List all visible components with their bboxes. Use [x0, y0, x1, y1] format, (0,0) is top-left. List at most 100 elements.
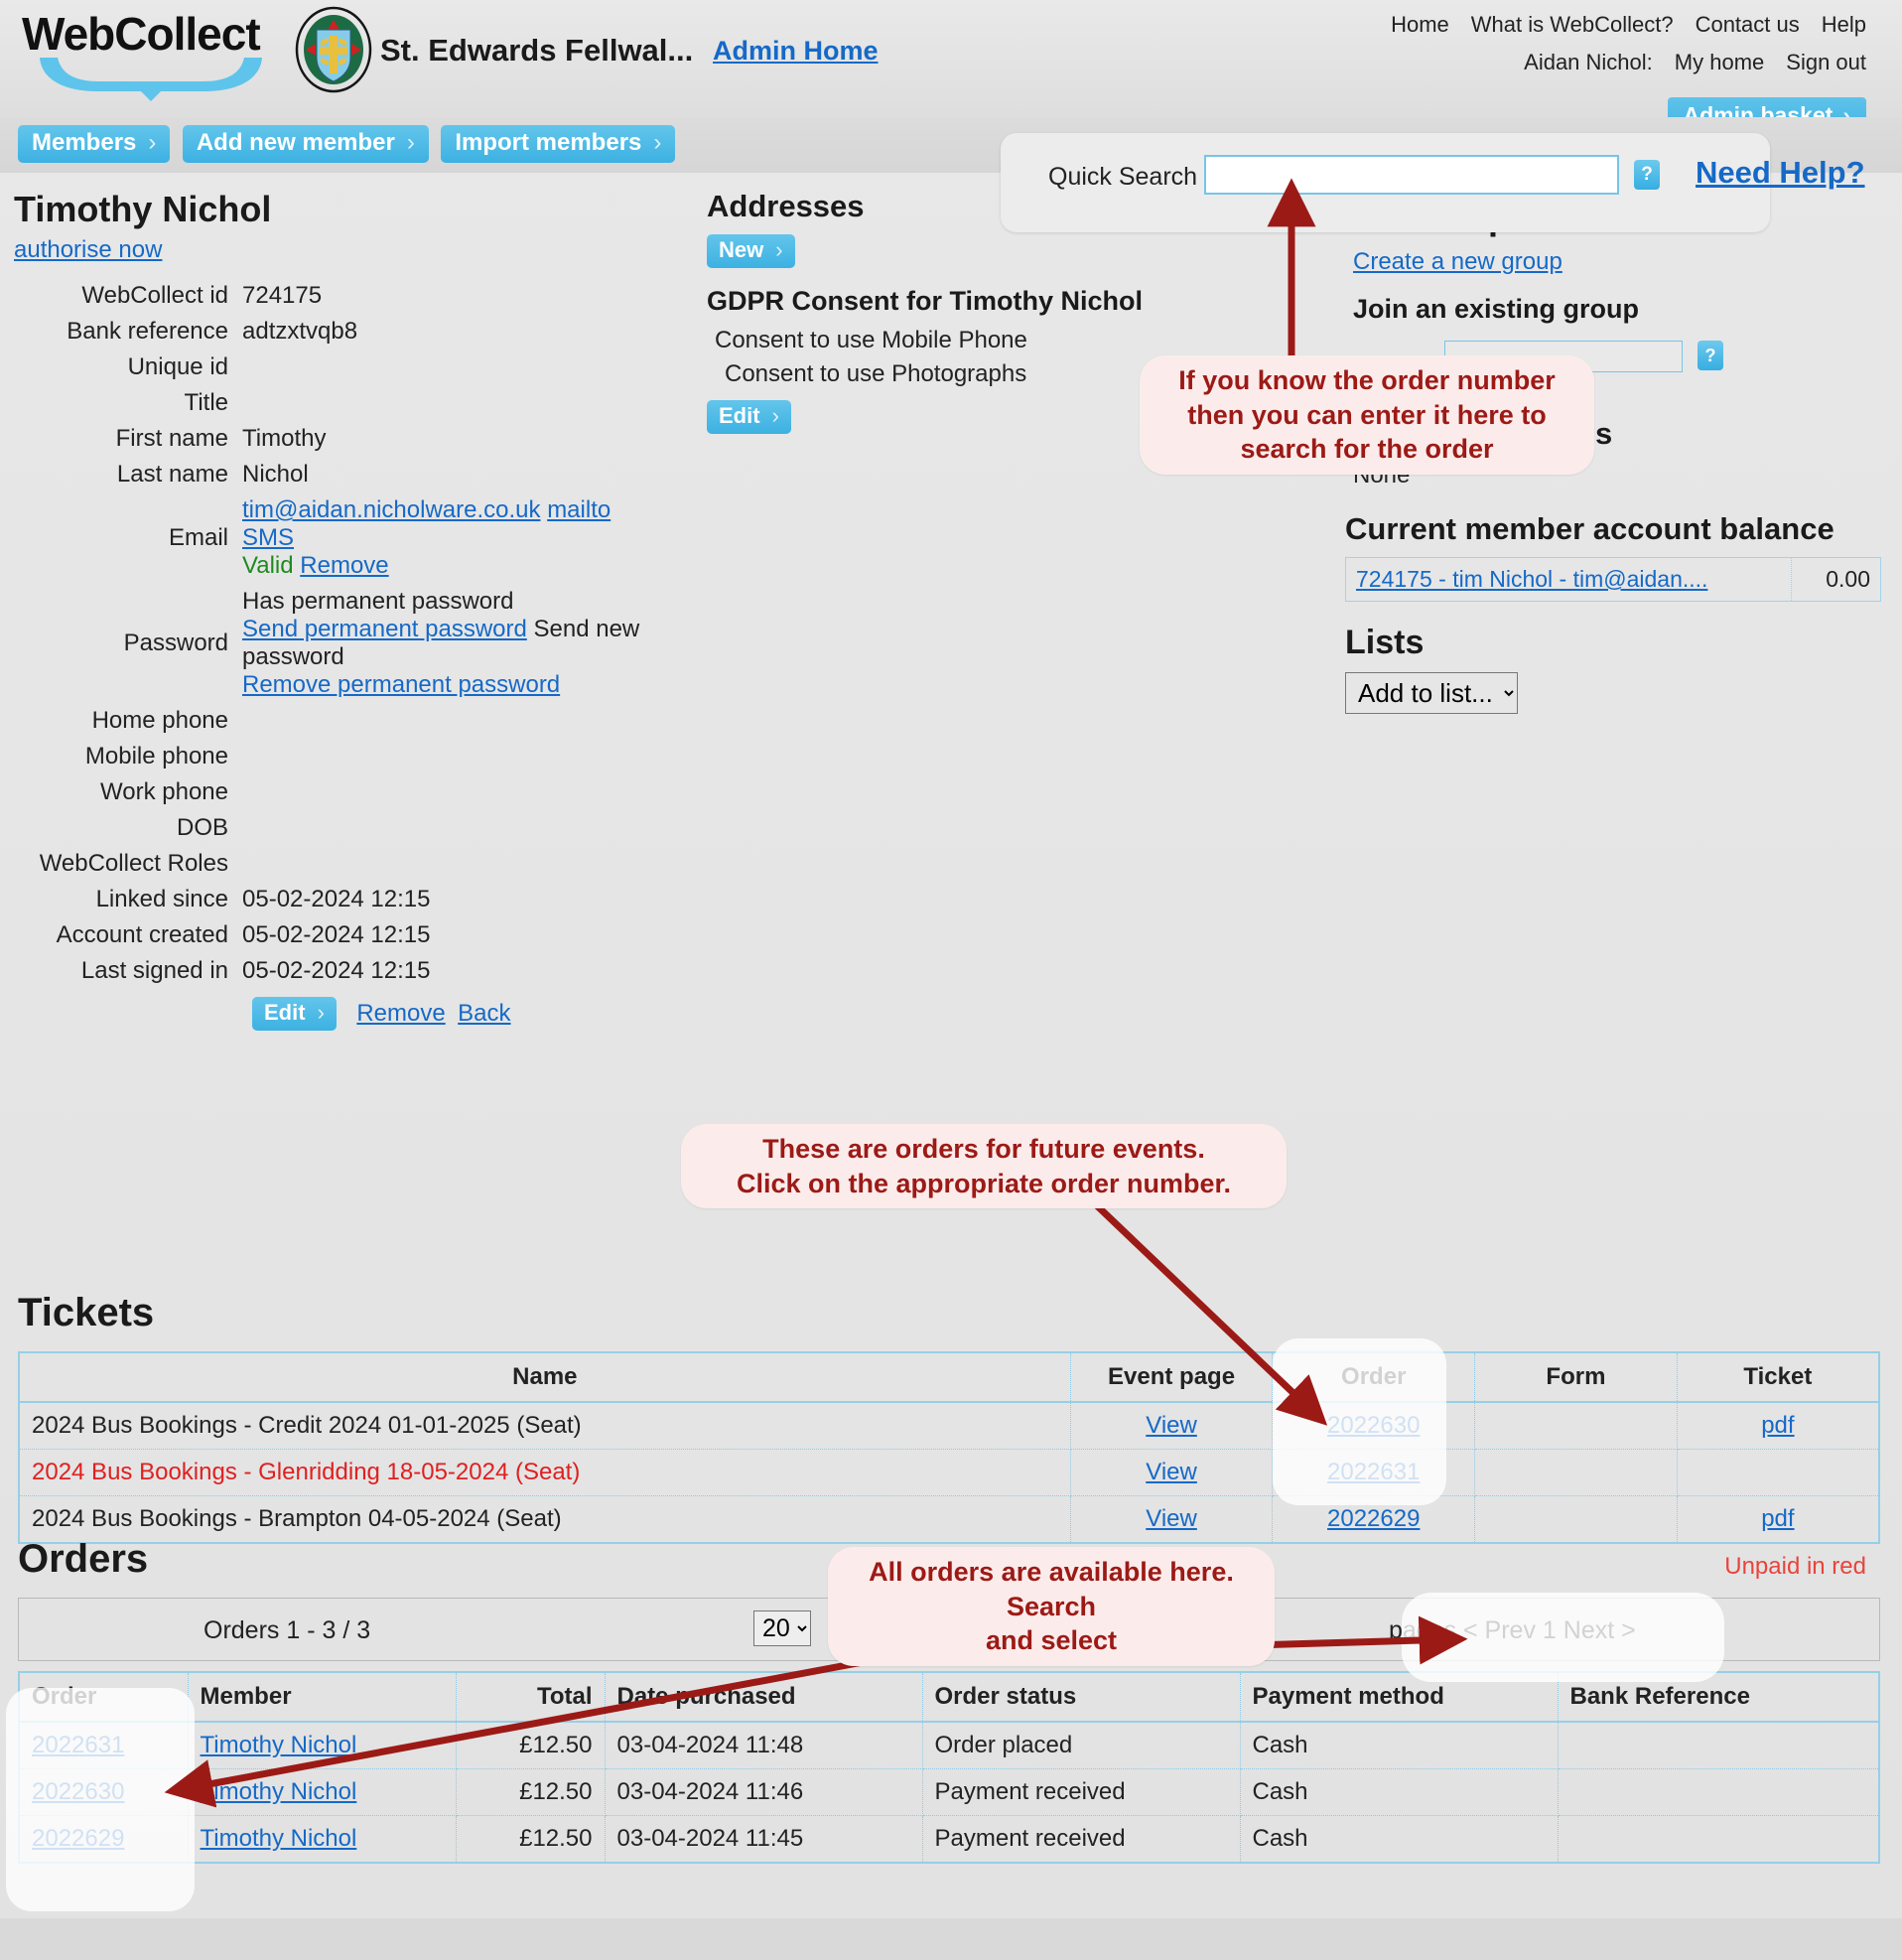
- send-permanent-password-link[interactable]: Send permanent password: [242, 616, 527, 642]
- annotation-line: then you can enter it here to: [1187, 399, 1547, 430]
- ticket-view-link[interactable]: View: [1146, 1459, 1197, 1485]
- email-address-link[interactable]: tim@aidan.nicholware.co.uk: [242, 496, 541, 523]
- order-number-cell: 2022629: [19, 1815, 189, 1863]
- field-row: Linked since 05-02-2024 12:15: [14, 882, 669, 917]
- balance-row: 724175 - tim Nichol - tim@aidan.... 0.00: [1345, 557, 1881, 602]
- sms-link[interactable]: SMS: [242, 524, 294, 551]
- tickets-col-ticket: Ticket: [1677, 1352, 1879, 1403]
- mailto-link[interactable]: mailto: [547, 496, 611, 523]
- new-address-button[interactable]: New ›: [707, 234, 795, 268]
- field-label: WebCollect id: [81, 282, 228, 309]
- gdpr-title: GDPR Consent for Timothy Nichol: [707, 286, 1144, 316]
- ticket-pdf-link[interactable]: pdf: [1761, 1505, 1794, 1532]
- balance-table: 724175 - tim Nichol - tim@aidan.... 0.00: [1345, 557, 1881, 602]
- nav-home[interactable]: Home: [1391, 12, 1449, 37]
- ticket-pdf-link[interactable]: pdf: [1761, 1412, 1794, 1439]
- org-crest-icon: [295, 6, 372, 93]
- footer-strip: [0, 1918, 1902, 1960]
- app-page: WebCollect St. Edwards Fellwal... Admin …: [0, 0, 1902, 1960]
- pager-prev-button[interactable]: < Prev: [1463, 1616, 1536, 1644]
- field-value: Nichol: [242, 461, 309, 488]
- ticket-form: [1474, 1449, 1678, 1496]
- ticket-pdf: pdf: [1677, 1496, 1879, 1544]
- ticket-view-link[interactable]: View: [1146, 1412, 1197, 1439]
- tickets-section: Tickets Name Event page Order Form Ticke…: [18, 1291, 1884, 1544]
- order-number-cell: 2022631: [19, 1722, 189, 1769]
- chevron-right-icon: ›: [148, 129, 157, 156]
- add-new-member-button[interactable]: Add new member ›: [182, 125, 429, 163]
- add-to-list-select[interactable]: Add to list...: [1345, 672, 1518, 714]
- nav-sign-out[interactable]: Sign out: [1786, 50, 1866, 74]
- ticket-view-link[interactable]: View: [1146, 1505, 1197, 1532]
- group-help-icon[interactable]: ?: [1698, 341, 1723, 370]
- pager-current-page[interactable]: 1: [1543, 1616, 1557, 1644]
- remove-member-link[interactable]: Remove: [356, 1000, 445, 1027]
- email-remove-link[interactable]: Remove: [300, 552, 388, 579]
- webcollect-logo[interactable]: WebCollect: [22, 8, 290, 107]
- order-date: 03-04-2024 11:48: [605, 1722, 923, 1769]
- order-number-link[interactable]: 2022629: [32, 1825, 124, 1852]
- field-label: Unique id: [127, 353, 228, 380]
- admin-home-link[interactable]: Admin Home: [713, 36, 879, 67]
- edit-gdpr-button[interactable]: Edit ›: [707, 400, 791, 434]
- orders-header-row: Order Member Total Date purchased Order …: [19, 1672, 1879, 1723]
- need-help-link[interactable]: Need Help?: [1696, 155, 1865, 191]
- order-total: £12.50: [456, 1815, 606, 1863]
- ticket-event-page: View: [1070, 1495, 1274, 1543]
- create-new-group-link[interactable]: Create a new group: [1353, 248, 1562, 275]
- chevron-right-icon: ›: [771, 403, 779, 428]
- balance-account-link[interactable]: 724175 - tim Nichol - tim@aidan....: [1356, 566, 1707, 592]
- nav-my-home[interactable]: My home: [1675, 50, 1764, 74]
- ticket-order: 2022631: [1272, 1449, 1476, 1496]
- balance-account-cell: 724175 - tim Nichol - tim@aidan....: [1345, 557, 1792, 602]
- current-user-label: Aidan Nichol:: [1524, 50, 1653, 74]
- pager-next-button[interactable]: Next >: [1563, 1616, 1636, 1644]
- field-label: DOB: [176, 814, 228, 841]
- orders-table: Order Member Total Date purchased Order …: [18, 1671, 1880, 1864]
- ticket-order-link[interactable]: 2022631: [1327, 1459, 1420, 1485]
- balance-title: Current member account balance: [1345, 511, 1834, 546]
- ticket-order-link[interactable]: 2022630: [1327, 1412, 1420, 1439]
- members-button[interactable]: Members ›: [18, 125, 171, 163]
- import-members-button[interactable]: Import members ›: [441, 125, 676, 163]
- order-bank-reference: [1558, 1768, 1879, 1816]
- ticket-order-link[interactable]: 2022629: [1327, 1505, 1420, 1532]
- field-label: Title: [184, 389, 228, 416]
- field-row: First name Timothy: [14, 421, 669, 457]
- table-row: 2022630 Timothy Nichol £12.50 03-04-2024…: [19, 1768, 1879, 1816]
- quick-search-help-icon[interactable]: ?: [1634, 160, 1660, 190]
- edit-member-button[interactable]: Edit ›: [252, 997, 337, 1031]
- nav-contact-us[interactable]: Contact us: [1696, 12, 1800, 37]
- nav-what-is-webcollect[interactable]: What is WebCollect?: [1471, 12, 1674, 37]
- member-actions: Edit › Remove Back: [14, 997, 695, 1031]
- authorise-now-link[interactable]: authorise now: [14, 236, 162, 263]
- field-label: Home phone: [91, 707, 228, 734]
- page-title: Timothy Nichol: [14, 189, 272, 229]
- per-page-select-wrap: 20: [753, 1610, 811, 1646]
- annotation-line: Search: [1006, 1591, 1097, 1621]
- order-member-link[interactable]: Timothy Nichol: [201, 1732, 357, 1758]
- order-number-link[interactable]: 2022631: [32, 1732, 124, 1758]
- field-row: Mobile phone: [14, 739, 669, 774]
- table-row: 2024 Bus Bookings - Credit 2024 01-01-20…: [19, 1402, 1879, 1450]
- per-page-select[interactable]: 20: [753, 1610, 811, 1646]
- ticket-pdf: pdf: [1677, 1402, 1879, 1450]
- orders-col-bank-ref: Bank Reference: [1558, 1672, 1879, 1723]
- back-link[interactable]: Back: [458, 1000, 510, 1027]
- order-member-cell: Timothy Nichol: [188, 1722, 457, 1769]
- password-values: Has permanent password Send permanent pa…: [242, 584, 669, 703]
- remove-permanent-password-link[interactable]: Remove permanent password: [242, 671, 560, 698]
- chevron-right-icon: ›: [653, 129, 662, 156]
- quick-search-input[interactable]: [1204, 155, 1619, 195]
- order-date: 03-04-2024 11:45: [605, 1815, 923, 1863]
- annotation-line: These are orders for future events.: [762, 1134, 1205, 1164]
- password-label: Password: [123, 630, 228, 656]
- order-payment-method: Cash: [1240, 1768, 1559, 1816]
- order-number-link[interactable]: 2022630: [32, 1778, 124, 1805]
- nav-help[interactable]: Help: [1822, 12, 1866, 37]
- order-status: Payment received: [922, 1768, 1241, 1816]
- order-member-link[interactable]: Timothy Nichol: [201, 1825, 357, 1852]
- order-member-link[interactable]: Timothy Nichol: [201, 1778, 357, 1805]
- field-value: [242, 739, 669, 774]
- edit-gdpr-label: Edit: [719, 403, 760, 428]
